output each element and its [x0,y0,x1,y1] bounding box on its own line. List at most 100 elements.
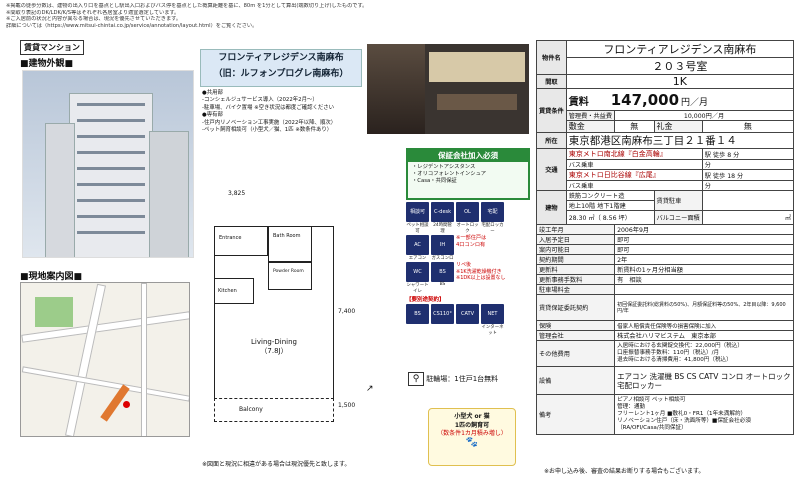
feature-item: -ペット飼育相談可（小型犬／猫、1匹 ※数条件あり） [202,127,333,134]
property-name: フロンティアレジデンス南麻布 [218,53,344,63]
row-value: 新賃料の1ヶ月分相当額 [614,264,794,275]
train-line: 東京メトロ日比谷線『広尾』 [565,169,703,181]
row-label: 更新事務手数料 [535,274,616,285]
row-label: 案内可能日 [535,244,616,255]
guarantee-item: ・Casa・共同保証 [412,178,457,184]
guarantee-contract-label: 賃貸保証委託契約 [535,294,616,321]
floors: 地上10階 地下1階建 [565,200,655,211]
catv-icon: CATV [456,304,479,324]
guarantee-item: ・オリコフォレントインシュア [412,171,487,177]
row-value: 有 相談 [614,274,794,285]
balcony-dimension: 1,500 [338,402,356,409]
key-money-label: 礼金 [653,120,703,133]
remark: 管理：通勤 [617,404,646,410]
remark: リノベーション住戸（床・洗面所等）■保証会社必須（RA/OFI/Casa/共同保… [617,418,751,431]
row-value [614,284,794,295]
row-value: 即可 [614,244,794,255]
balcony-area: ㎡ [701,210,795,225]
icon-note: ※一部住戸は [456,235,487,241]
row-label: 更新料 [535,264,616,275]
icon-note: ※1DK以上は設置なし [456,275,506,281]
autolock-icon: OL [456,202,479,222]
note-line: ※間取り表記のDK/LDK/K/S等はそれぞれ各居室より適宜選定しています。 [6,9,180,16]
bicycle-icon: ⚲ [408,372,424,386]
spec-room-number: ２０３号室 [565,57,795,75]
feature-item: -コンシェルジュサービス導入（2022年2月～） [202,97,318,104]
key-money-value: 無 [701,120,795,133]
walk-unit: 分 [701,180,795,191]
note-line: ※ご入居前の状況と内容が異なる場合は、現況を優先させていただきます。 [6,16,182,23]
icon-caption: シャワートイレ [406,283,429,294]
pet-dog-icon: 🐾 [465,436,479,448]
internet-icon: NET [481,304,504,324]
cs-icon: CS110° [431,304,454,324]
room-living-size: （7.8J） [260,347,288,355]
listing-type-badge: 賃貸マンション [20,40,84,55]
spec-address: 東京都港区南麻布三丁目２１番１４ [565,132,795,149]
train-line: 東京メトロ南北線『白金高輪』 [565,148,703,160]
balcony-area-label: バルコニー面積 [653,210,703,225]
bs-icon: BS [406,304,429,324]
icon-caption: BS [439,282,446,287]
pet-notice: 小型犬 or 猫 1匹の飼育可 （数条件1カ月積み増し） 🐾 [428,408,516,466]
room-living: Living-Dining [251,338,297,346]
feature-list: ●共用部 -コンシェルジュサービス導入（2022年2月～） -駐車場、バイク置場… [202,90,360,134]
remarks-label: 備考 [535,394,616,435]
remark: フリーレント1ヶ月 ■敷礼0・FR1（1年未満解約） [617,411,747,417]
bus-label: バス乗車 [565,180,703,191]
area-map [20,282,190,437]
application-note: ※お申し込み後、審査の結果お断りする場合もございます。 [544,468,705,475]
disclaimer-notes: ※掲載の徒歩分数は、建物の出入り口を基点とし駅出入口およびバス停を基点とした概算… [6,3,526,29]
insurance-label: 保険 [535,320,616,331]
room-entrance: Entrance [219,235,242,241]
room-bath: Bath Room [273,233,301,239]
equipment-label: 設備 [535,366,616,395]
icon-caption: エアコン [408,256,427,261]
equipment: エアコン 洗濯機 BS CS CATV コンロ オートロック 宅配ロッカー [614,366,794,395]
icon-caption: 宅配ロッカー [481,223,504,234]
guarantee-title: 保証会社加入必須 [408,150,528,162]
room-balcony: Balcony [239,406,263,413]
mgmt-label: 管理費・共益費 [565,110,616,121]
pet-icon: 相談可 [406,202,429,222]
delivery-locker-icon: 宅配 [481,202,504,222]
pet-line: 小型犬 or 猫 [454,413,490,420]
height-dimension: 7,400 [338,308,356,315]
property-former-name: （旧：ルフォンプログレ南麻布） [213,69,349,79]
contract-note: 【要別途契約】 [406,297,445,303]
map-title: ■現地案内図■ [20,272,83,282]
building-exterior-photo [22,70,194,258]
row-value: 2006年9月 [614,224,794,235]
walk-unit: 分 [701,159,795,170]
bike-parking-text: 駐輪場：1住戸1台無料 [426,375,499,383]
icon-caption: オートロック [456,223,479,234]
guarantee-box: 保証会社加入必須 ・レジデントアシスタンス ・オリコフォレントインシュア ・Ca… [406,148,530,200]
icon-note: 4口コンロ有 [456,242,486,248]
agent: 株式会社ハリマビステム 東京本部 [614,330,794,341]
icon-caption: ペット相談可 [406,223,429,234]
north-arrow-icon: ↗ [366,384,374,394]
remark: ピアノ相談可 ペット相談可 [617,397,686,403]
bus-label: バス乗車 [565,159,703,170]
row-label: 入居予定日 [535,234,616,245]
property-marker-icon [123,401,130,408]
note-line: 詳細については（https://www.mitsui-chintai.co.jp… [6,22,258,29]
feature-item: -住戸内リノベーション工事実施（2022年以降、順次） [202,119,337,126]
rent-label: 賃料 [568,96,589,108]
row-label: 駐車場料金 [535,284,616,295]
row-value: 2年 [614,254,794,265]
room-kitchen: Kitchen [218,288,237,294]
width-dimension: 3,825 [228,190,246,197]
property-name-box: フロンティアレジデンス南麻布 （旧：ルフォンプログレ南麻布） [200,49,362,87]
concierge-icon: C-desk [431,202,454,222]
structure: 鉄筋コンクリート造 [565,190,655,201]
note-line: ※掲載の徒歩分数は、建物の出入り口を基点とし駅出入口およびバス停を基点とした概算… [6,3,368,9]
insurance: 借家人賠償責任保険等の損害保険に加入 [614,320,794,331]
deposit-value: 無 [614,120,655,133]
shower-toilet-icon: WC [406,262,429,282]
agent-label: 管理会社 [535,330,616,341]
spec-table: 物件名 フロンティアレジデンス南麻布 ２０３号室 間取 1K 賃貸条件 賃料 147… [535,40,795,435]
icon-caption: インターネット [481,325,504,336]
row-label: 契約期間 [535,254,616,265]
train-walk: 駅 徒歩 8 分 [701,148,795,160]
